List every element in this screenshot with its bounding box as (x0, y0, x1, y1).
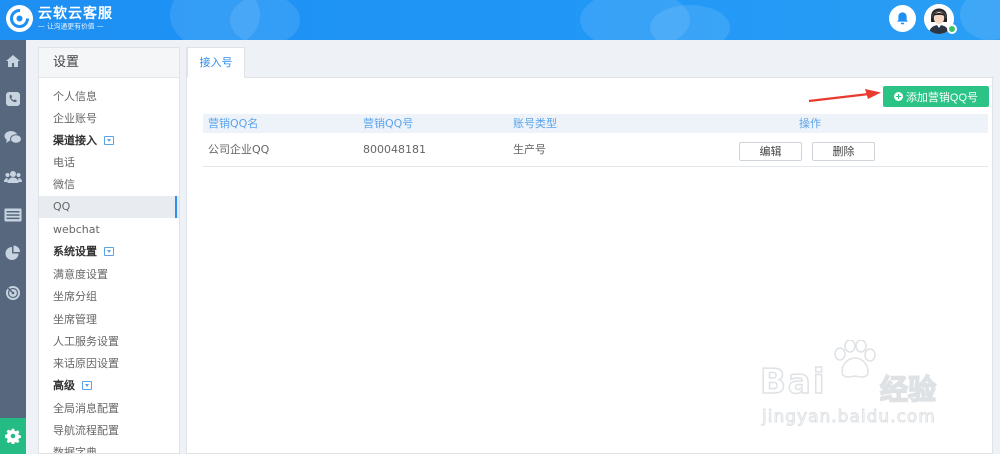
menu-item-agent-groups[interactable]: 坐席分组 (39, 286, 179, 308)
rail-reports[interactable] (0, 240, 26, 266)
gear-icon (5, 428, 21, 444)
chat-icon (4, 130, 22, 144)
collapse-icon[interactable] (104, 246, 114, 256)
online-status-dot (947, 24, 957, 34)
rail-users[interactable] (0, 164, 26, 190)
collapse-icon[interactable] (104, 135, 114, 145)
rail-phone[interactable] (0, 86, 26, 112)
menu-item-satisfaction[interactable]: 满意度设置 (39, 264, 179, 286)
menu-item-navigation-flow[interactable]: 导航流程配置 (39, 420, 179, 442)
add-button-label: 添加营销QQ号 (905, 91, 979, 104)
pie-chart-icon (5, 245, 20, 260)
menu-group-advanced[interactable]: 高级 (39, 375, 179, 397)
menu-item-phone[interactable]: 电话 (39, 152, 179, 174)
rail-settings[interactable] (0, 418, 26, 454)
table-header: 营销QQ名 营销QQ号 账号类型 操作 (203, 114, 988, 133)
menu-item-manual-service[interactable]: 人工服务设置 (39, 331, 179, 353)
table-row: 公司企业QQ 800048181 生产号 编辑 删除 (203, 133, 988, 167)
settings-panel: 设置 个人信息 企业账号 渠道接入 电话 微信 QQ webchat 系统设置 … (38, 47, 180, 454)
watermark-brand: Bai (759, 361, 827, 403)
column-header-actions: 操作 (799, 117, 821, 130)
add-marketing-qq-button[interactable]: 添加营销QQ号 (883, 86, 989, 107)
paw-logo-icon (834, 340, 876, 378)
bell-icon (897, 12, 908, 25)
column-header-name: 营销QQ名 (208, 117, 259, 130)
menu-group-channel-access[interactable]: 渠道接入 (39, 130, 179, 152)
logo-icon (6, 5, 33, 32)
top-header: 云软云客服 — 让沟通更有价值 — (0, 0, 1000, 40)
tab-access-numbers[interactable]: 接入号 (187, 47, 245, 78)
menu-item-wechat[interactable]: 微信 (39, 174, 179, 196)
cell-account-type: 生产号 (513, 143, 546, 156)
icon-rail (0, 40, 26, 454)
cell-qq-number: 800048181 (363, 143, 426, 156)
menu-item-profile[interactable]: 个人信息 (39, 86, 179, 108)
watermark-url: jingyan.baidu.com (762, 407, 936, 428)
header-cloud-decoration (960, 0, 1000, 40)
header-cloud-decoration (230, 0, 300, 40)
edit-button[interactable]: 编辑 (739, 142, 802, 161)
radar-icon (6, 286, 20, 300)
collapse-icon[interactable] (82, 380, 92, 390)
column-header-number: 营销QQ号 (363, 117, 414, 130)
menu-group-system-settings[interactable]: 系统设置 (39, 241, 179, 263)
settings-title: 设置 (39, 48, 179, 78)
app-logo[interactable]: 云软云客服 — 让沟通更有价值 — (6, 5, 115, 32)
plus-circle-icon (893, 92, 903, 101)
baidu-jingyan-watermark: Bai 经验 jingyan.baidu.com (740, 340, 990, 440)
home-icon (6, 55, 20, 67)
column-header-type: 账号类型 (513, 117, 557, 130)
tab-bar: 接入号 (187, 47, 994, 78)
rail-home[interactable] (0, 48, 26, 74)
marketing-qq-table: 营销QQ名 营销QQ号 账号类型 操作 公司企业QQ 800048181 生产号… (203, 114, 988, 167)
list-icon (4, 208, 22, 222)
red-arrow-annotation (808, 89, 881, 103)
cell-qq-name: 公司企业QQ (208, 143, 270, 156)
menu-item-enterprise-account[interactable]: 企业账号 (39, 108, 179, 130)
phone-icon (6, 92, 20, 106)
app-title: 云软云客服 (38, 5, 113, 22)
app-slogan: — 让沟通更有价值 — (38, 22, 104, 30)
menu-item-call-reasons[interactable]: 来话原因设置 (39, 353, 179, 375)
menu-item-qq[interactable]: QQ (39, 196, 179, 218)
delete-button[interactable]: 删除 (812, 142, 875, 161)
menu-item-data-dictionary[interactable]: 数据字典 (39, 442, 179, 453)
rail-chat[interactable] (0, 124, 26, 150)
rail-monitor[interactable] (0, 280, 26, 306)
users-icon (4, 171, 22, 183)
menu-item-webchat[interactable]: webchat (39, 219, 179, 241)
menu-item-agent-management[interactable]: 坐席管理 (39, 309, 179, 331)
watermark-brand-tail: 经验 (879, 372, 937, 407)
rail-list[interactable] (0, 202, 26, 228)
menu-item-global-messages[interactable]: 全局消息配置 (39, 398, 179, 420)
notification-button[interactable] (889, 5, 916, 32)
header-cloud-decoration (650, 5, 730, 40)
